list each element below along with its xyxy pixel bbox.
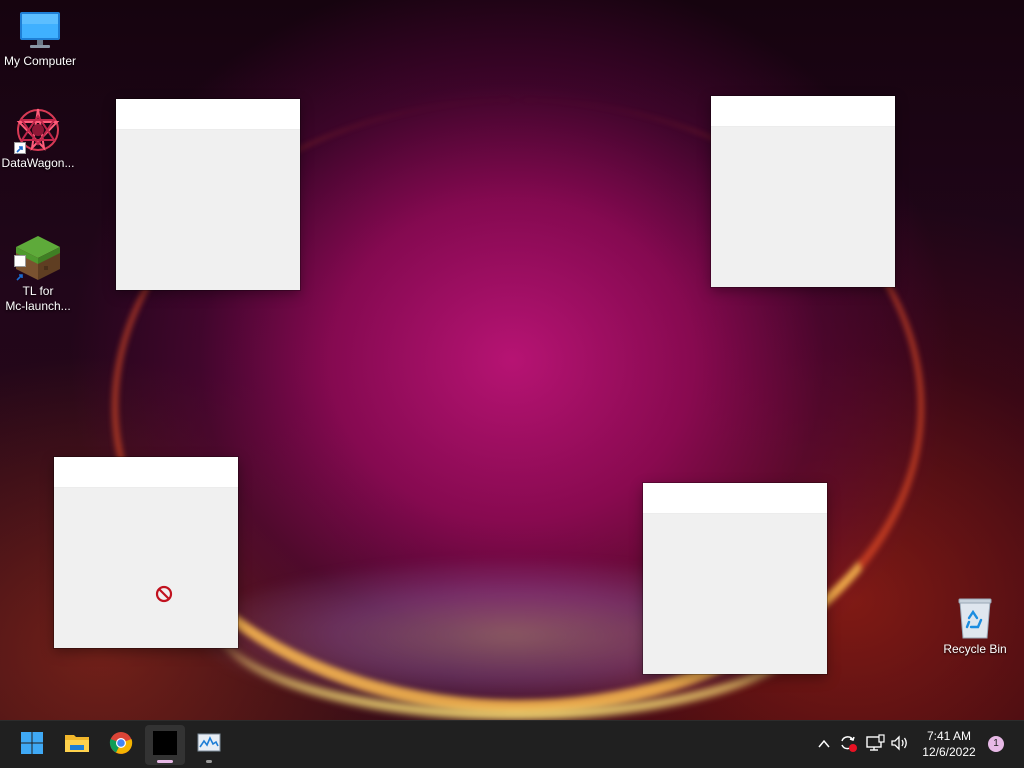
sync-icon [838, 733, 858, 757]
windows-start-icon [20, 731, 44, 759]
network-icon [865, 733, 885, 757]
start-button[interactable] [12, 725, 52, 765]
monitor-icon [18, 8, 62, 52]
tray-volume-button[interactable] [889, 734, 911, 756]
taskbar-file-explorer[interactable] [57, 725, 97, 765]
terminal-icon [153, 731, 177, 759]
desktop-icon-label: Recycle Bin [943, 642, 1007, 656]
shortcut-arrow-icon [14, 142, 26, 154]
recycle-bin-icon [955, 596, 995, 640]
desktop-icon-my-computer[interactable]: My Computer [0, 8, 80, 69]
active-indicator [157, 760, 173, 763]
notification-badge[interactable]: 1 [988, 736, 1004, 752]
volume-icon [890, 733, 910, 757]
taskbar-task-manager[interactable] [189, 725, 229, 765]
shortcut-arrow-icon [14, 255, 26, 281]
blank-window[interactable] [116, 99, 300, 290]
window-titlebar[interactable] [116, 99, 300, 130]
tray-clock[interactable]: 7:41 AM 12/6/2022 [914, 728, 984, 760]
desktop[interactable]: My Computer DataWagon... TL for Mc-launc… [0, 0, 1024, 720]
not-allowed-cursor-icon [155, 585, 173, 607]
taskbar: 7:41 AM 12/6/2022 1 [0, 720, 1024, 768]
window-titlebar[interactable] [711, 96, 895, 127]
minecraft-grass-block-icon [14, 219, 62, 281]
blank-window[interactable] [711, 96, 895, 287]
show-hidden-icons-button[interactable] [813, 734, 835, 756]
clock-time: 7:41 AM [926, 729, 972, 743]
clock-date: 12/6/2022 [922, 745, 976, 759]
task-manager-icon [197, 732, 221, 758]
desktop-icon-tl-launcher[interactable]: TL for Mc-launch... [0, 204, 78, 314]
chrome-icon [109, 731, 133, 759]
window-titlebar[interactable] [54, 457, 238, 488]
desktop-icon-label: My Computer [3, 54, 77, 68]
blank-window[interactable] [54, 457, 238, 648]
desktop-icon-label: TL for Mc-launch... [5, 284, 71, 313]
taskbar-chrome[interactable] [101, 725, 141, 765]
running-indicator [206, 760, 212, 763]
desktop-icon-datawagon[interactable]: DataWagon... [0, 106, 78, 171]
taskbar-terminal[interactable] [145, 725, 185, 765]
folder-icon [64, 732, 90, 758]
window-titlebar[interactable] [643, 483, 827, 514]
tray-sync-button[interactable] [837, 734, 859, 756]
tray-network-button[interactable] [864, 734, 886, 756]
blank-window[interactable] [643, 483, 827, 674]
desktop-icon-recycle-bin[interactable]: Recycle Bin [935, 596, 1015, 657]
desktop-icon-label: DataWagon... [1, 156, 75, 170]
chevron-up-icon [817, 736, 831, 755]
datawagon-icon [14, 106, 62, 154]
